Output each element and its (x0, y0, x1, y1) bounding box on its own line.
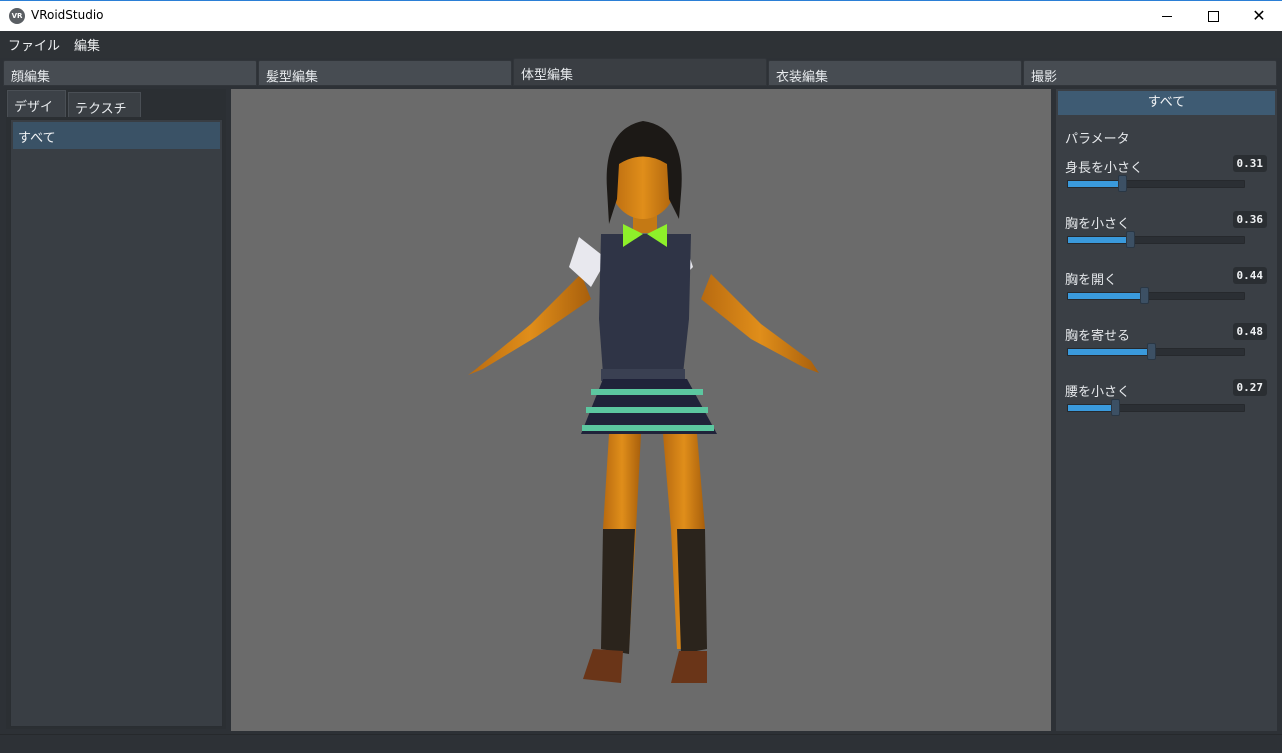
window-title: VRoidStudio (31, 8, 104, 22)
parameters-heading: パラメータ (1065, 132, 1130, 147)
menu-edit[interactable]: 編集 (67, 35, 107, 54)
close-button[interactable]: ✕ (1236, 1, 1282, 31)
right-panel: すべて パラメータ 身長を小さく 0.31 胸を小さく 0.36 胸を開く 0.… (1056, 89, 1277, 731)
param-waist-smaller: 腰を小さく 0.27 (1065, 379, 1269, 431)
tab-hair-edit[interactable]: 髪型編集 (258, 60, 512, 86)
slider-handle[interactable] (1147, 343, 1157, 360)
right-sock (677, 529, 707, 654)
slider-fill (1068, 293, 1146, 299)
character-model (468, 121, 819, 683)
right-shoe (671, 651, 707, 683)
app-logo-icon: VR (9, 8, 25, 24)
param-label: 腰を小さく (1065, 385, 1131, 400)
left-panel: デザイン テクスチャ すべて (6, 89, 226, 729)
param-slider[interactable] (1067, 287, 1245, 304)
tab-outfit-edit[interactable]: 衣装編集 (768, 60, 1022, 86)
vest (599, 234, 691, 374)
right-arm (701, 274, 819, 373)
param-slider[interactable] (1067, 231, 1245, 248)
left-arm (468, 274, 591, 375)
param-value[interactable]: 0.48 (1232, 323, 1267, 340)
slider-handle[interactable] (1140, 287, 1150, 304)
slider-fill (1068, 237, 1132, 243)
param-value[interactable]: 0.36 (1232, 211, 1267, 228)
slider-handle[interactable] (1126, 231, 1136, 248)
skirt-stripe (591, 389, 703, 395)
maximize-icon (1207, 10, 1219, 22)
param-label: 胸を開く (1065, 273, 1118, 288)
3d-viewport[interactable] (231, 89, 1051, 731)
param-chest-together: 胸を寄せる 0.48 (1065, 323, 1269, 375)
param-label: 身長を小さく (1065, 161, 1144, 176)
main-tab-bar: 顔編集 髪型編集 体型編集 衣装編集 撮影 (0, 58, 1282, 86)
param-value[interactable]: 0.44 (1232, 267, 1267, 284)
minimize-button[interactable] (1144, 1, 1190, 31)
param-label: 胸を寄せる (1065, 329, 1131, 344)
left-sock (601, 529, 635, 654)
slider-handle[interactable] (1117, 175, 1127, 192)
maximize-button[interactable] (1190, 1, 1236, 31)
window-title-bar: VR VRoidStudio ✕ (0, 0, 1282, 31)
category-list: すべて (10, 119, 223, 727)
slider-fill (1068, 405, 1116, 411)
category-all-button[interactable]: すべて (1058, 91, 1275, 115)
skirt-stripe (582, 425, 714, 431)
tab-photo[interactable]: 撮影 (1023, 60, 1277, 86)
slider-handle[interactable] (1110, 399, 1120, 416)
tab-texture[interactable]: テクスチャ (68, 92, 141, 136)
param-value[interactable]: 0.27 (1232, 379, 1267, 396)
tab-design[interactable]: デザイン (7, 90, 66, 134)
param-slider[interactable] (1067, 175, 1245, 192)
skirt-stripe (586, 407, 708, 413)
param-label: 胸を小さく (1065, 217, 1131, 232)
slider-fill (1068, 181, 1123, 187)
slider-fill (1068, 349, 1153, 355)
param-height-smaller: 身長を小さく 0.31 (1065, 155, 1269, 207)
tab-face-edit[interactable]: 顔編集 (3, 60, 257, 86)
status-bar (0, 734, 1282, 753)
param-chest-smaller: 胸を小さく 0.36 (1065, 211, 1269, 263)
list-item-all[interactable]: すべて (13, 122, 220, 149)
menu-bar: ファイル 編集 (0, 31, 1282, 58)
param-slider[interactable] (1067, 343, 1245, 360)
close-icon: ✕ (1252, 6, 1266, 25)
minimize-icon (1162, 15, 1172, 17)
param-chest-open: 胸を開く 0.44 (1065, 267, 1269, 319)
left-shoe (583, 649, 623, 683)
tab-body-edit[interactable]: 体型編集 (513, 58, 767, 86)
menu-file[interactable]: ファイル (0, 35, 67, 54)
param-slider[interactable] (1067, 399, 1245, 416)
param-value[interactable]: 0.31 (1232, 155, 1267, 172)
